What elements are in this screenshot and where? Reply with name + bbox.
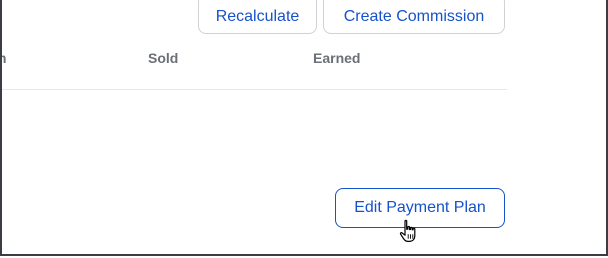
column-header-earned: Earned [313,50,361,66]
table-header-divider [2,89,507,90]
create-commission-button[interactable]: Create Commission [323,0,505,34]
commission-panel: Recalculate Create Commission m Sold Ear… [0,0,608,256]
column-header-sold: Sold [148,50,179,66]
create-commission-button-label: Create Commission [343,8,485,25]
edit-payment-plan-button[interactable]: Edit Payment Plan [335,188,505,228]
edit-payment-plan-button-label: Edit Payment Plan [354,199,486,216]
recalculate-button-label: Recalculate [215,8,300,25]
recalculate-button[interactable]: Recalculate [198,0,317,34]
column-header-item: m [2,50,6,66]
